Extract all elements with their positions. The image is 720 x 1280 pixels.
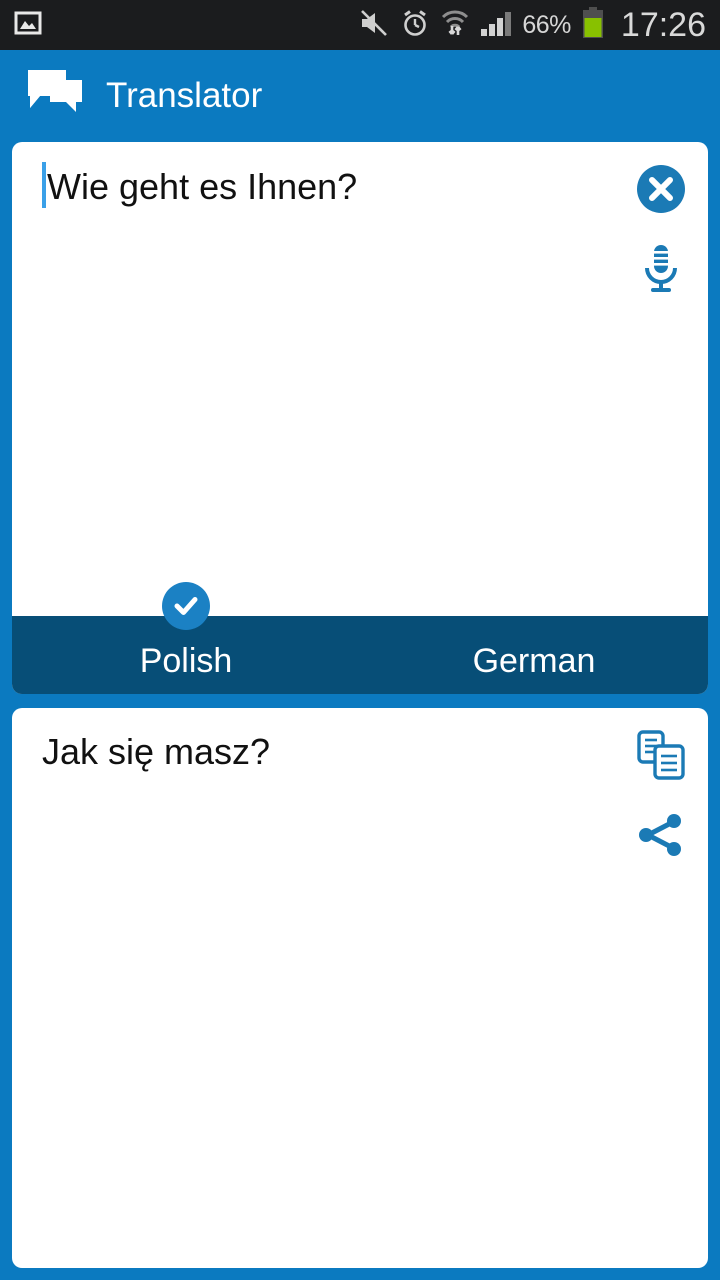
gallery-image-icon [14,9,42,42]
battery-percent-label: 66% [522,10,571,39]
mute-icon [358,8,390,43]
page-title: Translator [106,76,263,115]
target-language-label: Polish [139,641,233,680]
source-card-actions [632,160,690,298]
voice-input-button[interactable] [632,240,690,298]
chat-bubbles-icon [26,68,84,125]
copy-icon [637,730,685,780]
source-text-card[interactable]: Wie geht es Ihnen? Polish German [12,142,708,694]
source-text-value: Wie geht es Ihnen? [47,166,358,207]
wifi-data-transfer-icon [440,8,470,43]
app-bar: Translator [0,50,720,142]
cellular-signal-icon [480,9,512,42]
battery-icon [581,6,605,44]
source-text-input[interactable]: Wie geht es Ihnen? [42,162,598,212]
status-bar-right-icons: 66% 17:26 [358,6,706,45]
microphone-icon [645,245,677,292]
result-text-value: Jak się masz? [42,731,271,772]
source-language-label: German [472,641,596,680]
status-bar-clock: 17:26 [620,5,706,44]
language-selector-bar[interactable]: Polish German [12,581,708,694]
source-language-option[interactable]: German [360,636,708,680]
selected-check-icon [162,581,210,630]
result-text-card[interactable]: Jak się masz? [12,708,708,1268]
target-language-option[interactable]: Polish [12,581,360,680]
status-bar: 66% 17:26 [0,0,720,50]
share-icon [639,814,681,856]
clear-button[interactable] [632,160,690,218]
status-bar-left-icons [14,9,42,42]
share-button[interactable] [632,806,690,864]
copy-button[interactable] [632,726,690,784]
alarm-clock-icon [400,8,430,43]
result-card-actions [632,726,690,864]
close-circle-icon [637,165,685,213]
text-caret [42,162,46,208]
